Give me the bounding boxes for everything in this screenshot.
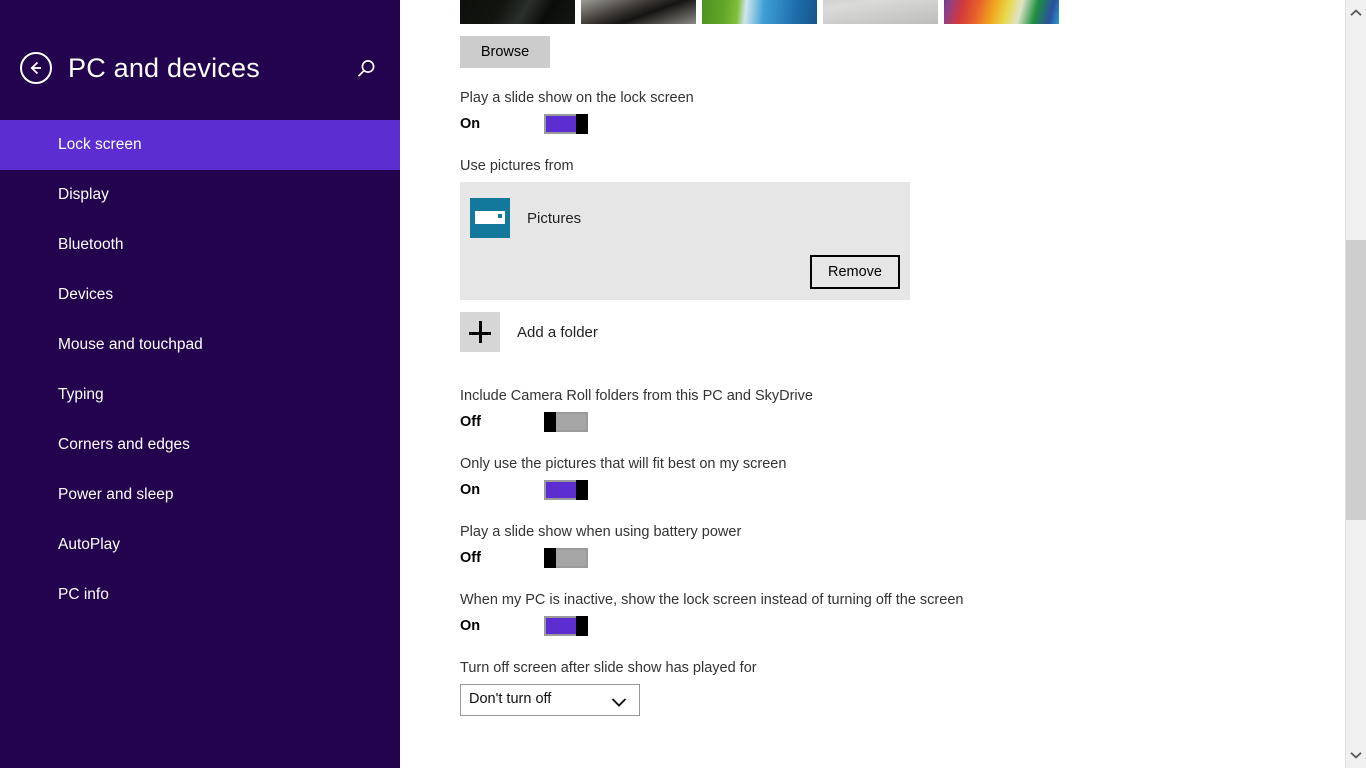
toggle-knob (544, 548, 556, 568)
sidebar-item-label: Devices (58, 286, 114, 303)
sidebar-item-label: Mouse and touchpad (58, 336, 203, 353)
toggle-knob (576, 480, 588, 500)
battery-power-toggle-row: Off (460, 546, 1360, 570)
turn-off-screen-dropdown[interactable]: Don't turn off (460, 684, 640, 716)
back-arrow-icon[interactable] (20, 52, 52, 84)
add-folder-label: Add a folder (517, 323, 598, 341)
picture-source-panel: Pictures Remove (460, 182, 910, 300)
inactive-lock-toggle[interactable] (544, 616, 588, 636)
browse-button[interactable]: Browse (460, 36, 550, 68)
inactive-lock-state-label: On (460, 618, 481, 634)
search-icon[interactable] (352, 56, 380, 84)
lock-screen-image-thumbnails (460, 0, 1067, 24)
battery-power-setting: Play a slide show when using battery pow… (460, 524, 1360, 570)
breadcrumb: PC and devices (20, 52, 260, 84)
fit-best-setting: Only use the pictures that will fit best… (460, 456, 1360, 502)
turn-off-screen-label: Turn off screen after slide show has pla… (460, 660, 757, 676)
camera-roll-toggle-row: Off (460, 410, 1360, 434)
colored-pencils-thumbnail[interactable] (944, 0, 1059, 24)
toggle-knob (576, 114, 588, 134)
slideshow-toggle[interactable] (544, 114, 588, 134)
sidebar: PC and devices Lock screen Display Bluet… (0, 0, 400, 768)
sidebar-item-display[interactable]: Display (0, 170, 400, 220)
fit-best-label: Only use the pictures that will fit best… (460, 456, 787, 472)
lock-screen-settings: Browse Play a slide show on the lock scr… (460, 0, 1360, 716)
turn-off-screen-setting: Turn off screen after slide show has pla… (460, 660, 1360, 716)
sidebar-item-label: Corners and edges (58, 436, 190, 453)
camera-roll-toggle[interactable] (544, 412, 588, 432)
gray-rock-thumbnail[interactable] (581, 0, 696, 24)
pictures-folder-icon (470, 198, 510, 238)
pc-settings-app: PC and devices Lock screen Display Bluet… (0, 0, 1366, 768)
sidebar-item-typing[interactable]: Typing (0, 370, 400, 420)
sidebar-header: PC and devices (0, 0, 400, 120)
green-blue-pool-thumbnail[interactable] (702, 0, 817, 24)
use-pictures-from-setting: Use pictures from Pictures Remove Add a … (460, 158, 1360, 352)
folder-icon-dot (498, 214, 502, 218)
sidebar-item-label: Lock screen (58, 136, 142, 153)
inactive-lock-setting: When my PC is inactive, show the lock sc… (460, 592, 1360, 638)
sidebar-item-label: Power and sleep (58, 486, 174, 503)
fit-best-toggle[interactable] (544, 480, 588, 500)
toggle-knob (544, 412, 556, 432)
chevron-up-icon[interactable] (1346, 3, 1366, 23)
use-pictures-from-label: Use pictures from (460, 158, 574, 174)
camera-roll-state-label: Off (460, 414, 481, 430)
sidebar-item-autoplay[interactable]: AutoPlay (0, 520, 400, 570)
scrollbar-thumb[interactable] (1346, 240, 1366, 520)
sidebar-item-bluetooth[interactable]: Bluetooth (0, 220, 400, 270)
inactive-lock-toggle-row: On (460, 614, 1360, 638)
vertical-scrollbar[interactable] (1345, 0, 1366, 768)
battery-power-toggle[interactable] (544, 548, 588, 568)
sidebar-item-devices[interactable]: Devices (0, 270, 400, 320)
fit-best-toggle-row: On (460, 478, 1360, 502)
sidebar-item-label: Typing (58, 386, 104, 403)
water-droplets-thumbnail[interactable] (823, 0, 938, 24)
sidebar-item-label: Display (58, 186, 109, 203)
sidebar-nav-list: Lock screen Display Bluetooth Devices Mo… (0, 120, 400, 620)
fit-best-state-label: On (460, 482, 481, 498)
slideshow-setting: Play a slide show on the lock screen On (460, 90, 1360, 136)
plus-horizontal-stroke (469, 331, 491, 335)
camera-roll-label: Include Camera Roll folders from this PC… (460, 388, 813, 404)
camera-roll-setting: Include Camera Roll folders from this PC… (460, 388, 1360, 434)
inactive-lock-label: When my PC is inactive, show the lock sc… (460, 592, 964, 608)
main-content-pane: Browse Play a slide show on the lock scr… (400, 0, 1366, 768)
battery-power-label: Play a slide show when using battery pow… (460, 524, 742, 540)
remove-button[interactable]: Remove (810, 255, 900, 289)
sidebar-item-lock-screen[interactable]: Lock screen (0, 120, 400, 170)
slideshow-toggle-row: On (460, 112, 1360, 136)
sidebar-item-label: Bluetooth (58, 236, 124, 253)
list-item[interactable]: Pictures (460, 182, 910, 238)
chevron-down-icon (611, 695, 627, 713)
folder-name-label: Pictures (527, 209, 582, 227)
sidebar-item-mouse-and-touchpad[interactable]: Mouse and touchpad (0, 320, 400, 370)
chevron-down-icon[interactable] (1346, 745, 1366, 765)
dark-scene-thumbnail[interactable] (460, 0, 575, 24)
sidebar-item-label: AutoPlay (58, 536, 121, 553)
plus-icon (460, 312, 500, 352)
slideshow-label: Play a slide show on the lock screen (460, 90, 694, 106)
slideshow-state-label: On (460, 116, 481, 132)
battery-power-state-label: Off (460, 550, 481, 566)
toggle-knob (576, 616, 588, 636)
sidebar-item-corners-and-edges[interactable]: Corners and edges (0, 420, 400, 470)
sidebar-item-power-and-sleep[interactable]: Power and sleep (0, 470, 400, 520)
turn-off-screen-selected-value: Don't turn off (469, 691, 552, 707)
sidebar-item-label: PC info (58, 586, 109, 603)
page-title: PC and devices (68, 52, 260, 83)
sidebar-item-pc-info[interactable]: PC info (0, 570, 400, 620)
add-folder-button[interactable]: Add a folder (460, 312, 910, 352)
